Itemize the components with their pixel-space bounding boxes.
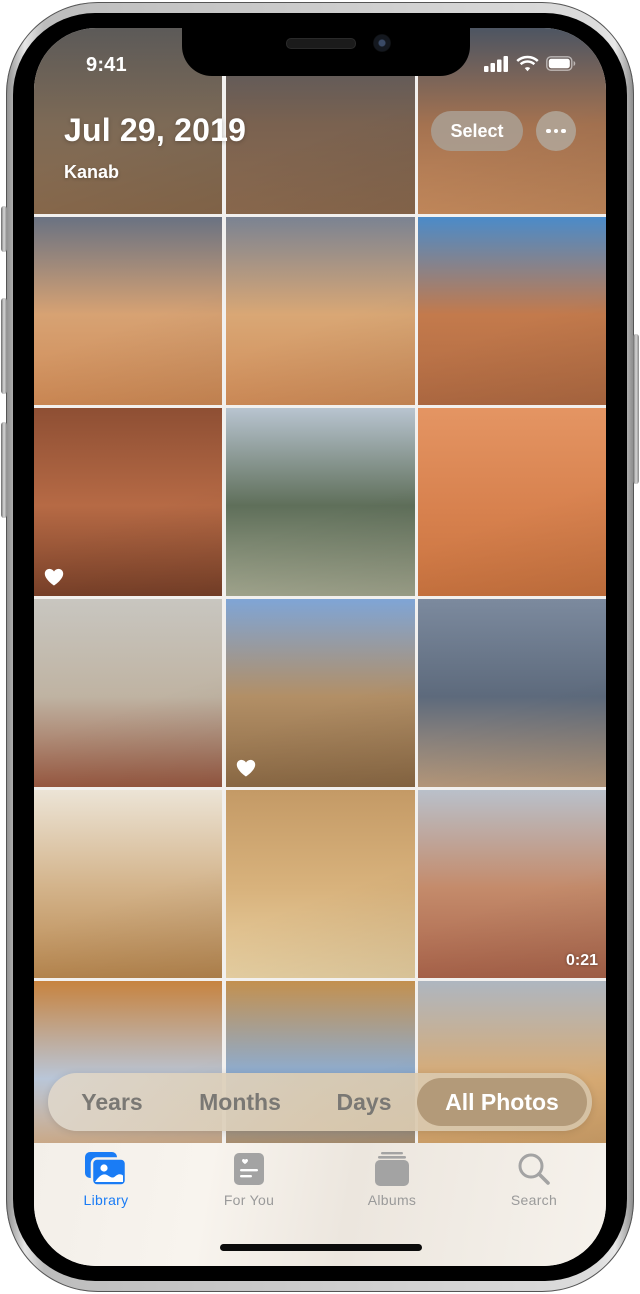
ellipsis-icon-dot: [561, 128, 566, 134]
notch: [182, 28, 470, 76]
photo-thumbnail[interactable]: [34, 790, 222, 978]
tab-library[interactable]: Library: [46, 1151, 166, 1208]
photo-thumbnail[interactable]: [34, 217, 222, 405]
tab-label: Albums: [367, 1192, 417, 1208]
home-indicator[interactable]: [220, 1244, 422, 1251]
view-option-days[interactable]: Days: [316, 1073, 412, 1131]
photo-thumbnail[interactable]: [418, 599, 606, 787]
volume-up-button: [1, 298, 7, 394]
more-options-button[interactable]: [536, 111, 576, 151]
cellular-signal-icon: [484, 55, 508, 72]
header-date: Jul 29, 2019: [64, 112, 247, 148]
header-location[interactable]: Kanab: [64, 162, 119, 183]
wifi-icon: [516, 55, 539, 72]
ellipsis-icon-dot: [546, 128, 551, 134]
view-switcher: Years Months Days All Photos: [48, 1073, 592, 1131]
photo-thumbnail[interactable]: [225, 790, 415, 978]
action-button: [1, 206, 7, 252]
tab-search[interactable]: Search: [474, 1151, 594, 1208]
status-time: 9:41: [86, 54, 127, 76]
battery-icon: [546, 56, 576, 71]
photo-thumbnail[interactable]: [225, 408, 415, 596]
tab-for-you[interactable]: For You: [189, 1151, 309, 1208]
volume-down-button: [1, 422, 7, 518]
tab-label: Library: [83, 1192, 129, 1208]
photo-thumbnail[interactable]: [418, 408, 606, 596]
ellipsis-icon-dot: [553, 128, 559, 134]
photo-thumbnail[interactable]: [418, 217, 606, 405]
photo-thumbnail[interactable]: [225, 599, 415, 787]
select-button[interactable]: Select: [431, 111, 523, 151]
albums-stack-icon: [375, 1152, 409, 1186]
tab-albums[interactable]: Albums: [332, 1151, 452, 1208]
video-duration: 0:21: [565, 952, 598, 969]
view-option-months[interactable]: Months: [182, 1073, 298, 1131]
tab-bar: Library For You Albums Search: [34, 1143, 606, 1266]
photo-thumbnail[interactable]: [34, 408, 222, 596]
favorite-heart-icon: [236, 759, 256, 777]
front-camera: [373, 34, 391, 52]
search-icon: [518, 1153, 550, 1185]
view-option-all-photos[interactable]: All Photos: [417, 1078, 587, 1126]
photo-library-icon: [85, 1152, 128, 1187]
photo-thumbnail[interactable]: [34, 599, 222, 787]
tab-label: Search: [510, 1192, 558, 1208]
view-option-years[interactable]: Years: [62, 1073, 162, 1131]
status-icons: [484, 55, 576, 72]
photo-thumbnail[interactable]: [225, 217, 415, 405]
photos-app-screen: 0:21 9:41 Jul 29, 2019 Kanab Select Year…: [34, 28, 606, 1266]
earpiece-speaker: [286, 38, 356, 49]
favorite-heart-icon: [44, 568, 64, 586]
power-button: [633, 334, 639, 484]
tab-label: For You: [223, 1192, 275, 1208]
for-you-icon: [234, 1153, 264, 1185]
photo-grid: 0:21: [34, 28, 606, 1169]
photo-thumbnail[interactable]: 0:21: [418, 790, 606, 978]
